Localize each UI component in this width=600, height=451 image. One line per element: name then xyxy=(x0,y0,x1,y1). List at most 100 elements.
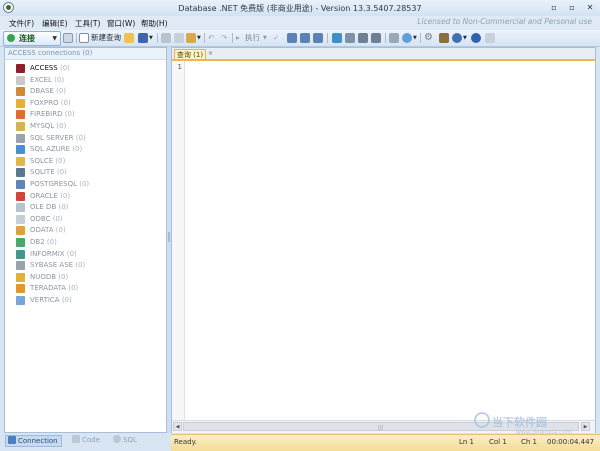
db-type-item-ole-db[interactable]: OLE DB (0) xyxy=(16,202,164,213)
db-type-item-mysql[interactable]: MYSQL (0) xyxy=(16,121,164,132)
db-type-item-vertica[interactable]: VERTICA (0) xyxy=(16,295,164,306)
close-tab-icon[interactable]: × xyxy=(208,49,214,59)
comment-icon[interactable] xyxy=(358,33,368,43)
export-icon[interactable] xyxy=(389,33,399,43)
copy-icon[interactable] xyxy=(174,33,184,43)
gear-icon[interactable]: ⚙ xyxy=(424,32,433,44)
execute-dropdown-chevron-icon[interactable]: ▼ xyxy=(263,32,267,44)
sqlite-icon xyxy=(16,168,25,178)
db-type-item-access[interactable]: ACCESS (0) xyxy=(16,63,164,74)
db-type-name: DBASE xyxy=(30,87,54,96)
db-type-label: SQLITE (0) xyxy=(30,168,67,176)
db-type-item-dbase[interactable]: DBASE (0) xyxy=(16,86,164,97)
paste-dropdown-chevron-icon[interactable]: ▼ xyxy=(197,32,201,44)
query-tool-icon-1[interactable] xyxy=(287,33,297,43)
open-folder-icon[interactable] xyxy=(124,33,134,43)
disconnect-icon[interactable] xyxy=(63,33,73,43)
db-type-item-sql-server[interactable]: SQL SERVER (0) xyxy=(16,133,164,144)
chevron-down-icon[interactable]: ▼ xyxy=(52,32,57,45)
db-type-item-teradata[interactable]: TERADATA (0) xyxy=(16,283,164,294)
tab-sql-label: SQL xyxy=(123,436,137,444)
db-type-label: OLE DB (0) xyxy=(30,203,68,211)
db-type-count: (0) xyxy=(72,145,83,154)
db-type-item-sql-azure[interactable]: SQL AZURE (0) xyxy=(16,144,164,155)
db-type-count: (0) xyxy=(75,133,86,142)
new-query-button[interactable]: 新建查询 xyxy=(91,32,121,44)
db-type-name: ODATA xyxy=(30,226,54,235)
cut-icon[interactable] xyxy=(161,33,171,43)
db-type-name: OLE DB xyxy=(30,203,57,212)
save-icon[interactable] xyxy=(138,33,148,43)
execute-button[interactable]: 执行 xyxy=(245,32,260,44)
informix-icon xyxy=(16,249,25,259)
db-type-item-informix[interactable]: INFORMIX (0) xyxy=(16,249,164,260)
minimize-button[interactable]: ▫ xyxy=(548,2,560,13)
save-dropdown-chevron-icon[interactable]: ▼ xyxy=(149,32,153,44)
db-type-count: (0) xyxy=(60,98,71,107)
db-type-item-nuodb[interactable]: NUODB (0) xyxy=(16,272,164,283)
splitter-grip[interactable] xyxy=(168,232,170,242)
sqlserver-icon xyxy=(16,133,25,143)
db-type-count: (0) xyxy=(68,284,79,293)
connections-panel: ACCESS connections (0) ACCESS (0) EXCEL (… xyxy=(4,47,167,433)
scroll-left-icon[interactable]: ◀ xyxy=(173,422,182,431)
tab-sql[interactable]: SQL xyxy=(113,435,137,445)
paste-icon[interactable] xyxy=(186,33,196,43)
status-elapsed-time: 00:00:04.447 xyxy=(547,438,595,446)
tab-code[interactable]: Code xyxy=(72,435,100,445)
connect-icon xyxy=(7,34,15,42)
maximize-button[interactable]: ▫ xyxy=(566,2,578,13)
db-type-item-odata[interactable]: ODATA (0) xyxy=(16,225,164,236)
format-icon[interactable] xyxy=(332,33,342,43)
help-icon[interactable] xyxy=(471,33,481,43)
db-type-item-firebird[interactable]: FIREBIRD (0) xyxy=(16,109,164,120)
chart-dropdown-chevron-icon[interactable]: ▼ xyxy=(413,32,417,44)
menu-window[interactable]: 窗口(W) xyxy=(107,18,135,29)
db-type-item-oracle[interactable]: ORACLE (0) xyxy=(16,191,164,202)
sql-editor[interactable]: 1 xyxy=(172,61,595,420)
menu-help[interactable]: 帮助(H) xyxy=(141,18,168,29)
tab-connection[interactable]: Connection xyxy=(5,435,62,447)
db-type-item-excel[interactable]: EXCEL (0) xyxy=(16,75,164,86)
db-type-name: NUODB xyxy=(30,272,57,281)
connect-button[interactable]: 连接 ▼ xyxy=(3,31,61,46)
check-syntax-icon[interactable]: ✓ xyxy=(273,32,279,44)
db-type-label: TERADATA (0) xyxy=(30,284,78,292)
mysql-icon xyxy=(16,122,25,131)
undo-icon[interactable]: ↶ xyxy=(208,32,214,44)
db-type-item-odbc[interactable]: ODBC (0) xyxy=(16,214,164,225)
db-type-label: ODATA (0) xyxy=(30,226,66,234)
globe-icon[interactable] xyxy=(452,33,462,43)
db-type-label: MYSQL (0) xyxy=(30,122,66,130)
db-type-item-db2[interactable]: DB2 (0) xyxy=(16,237,164,248)
db-type-item-postgresql[interactable]: POSTGRESQL (0) xyxy=(16,179,164,190)
db-type-name: POSTGRESQL xyxy=(30,180,78,188)
indent-icon[interactable] xyxy=(345,33,355,43)
left-panel-tabs: Connection Code SQL xyxy=(0,434,171,447)
license-watermark: Licensed to Non-Commercial and Personal … xyxy=(417,17,592,26)
db-type-label: SQL SERVER (0) xyxy=(30,134,86,142)
toolbar-separator xyxy=(327,33,328,43)
db-type-label: VERTICA (0) xyxy=(30,296,72,304)
toolbar-separator xyxy=(76,33,77,43)
uncomment-icon[interactable] xyxy=(371,33,381,43)
redo-icon[interactable]: ↷ xyxy=(221,32,227,44)
menu-edit[interactable]: 编辑(E) xyxy=(42,18,68,29)
globe-dropdown-chevron-icon[interactable]: ▼ xyxy=(463,32,467,44)
exit-icon[interactable] xyxy=(485,33,495,43)
plugins-icon[interactable] xyxy=(439,33,449,43)
db-type-item-sybase-ase[interactable]: SYBASE ASE (0) xyxy=(16,260,164,271)
odbc-icon xyxy=(16,214,25,224)
query-tool-icon-3[interactable] xyxy=(313,33,323,43)
menu-tools[interactable]: 工具(T) xyxy=(75,18,100,29)
db-type-item-sqlce[interactable]: SQLCE (0) xyxy=(16,156,164,167)
close-window-button[interactable]: ✕ xyxy=(584,2,596,13)
db-type-label: INFORMIX (0) xyxy=(30,250,77,258)
query-tool-icon-2[interactable] xyxy=(300,33,310,43)
db-type-item-sqlite[interactable]: SQLITE (0) xyxy=(16,167,164,178)
chart-icon[interactable] xyxy=(402,33,412,43)
menu-file[interactable]: 文件(F) xyxy=(9,18,34,29)
db-type-count: (0) xyxy=(61,296,72,304)
db-type-item-foxpro[interactable]: FOXPRO (0) xyxy=(16,98,164,109)
scroll-right-icon[interactable]: ▶ xyxy=(581,422,590,431)
